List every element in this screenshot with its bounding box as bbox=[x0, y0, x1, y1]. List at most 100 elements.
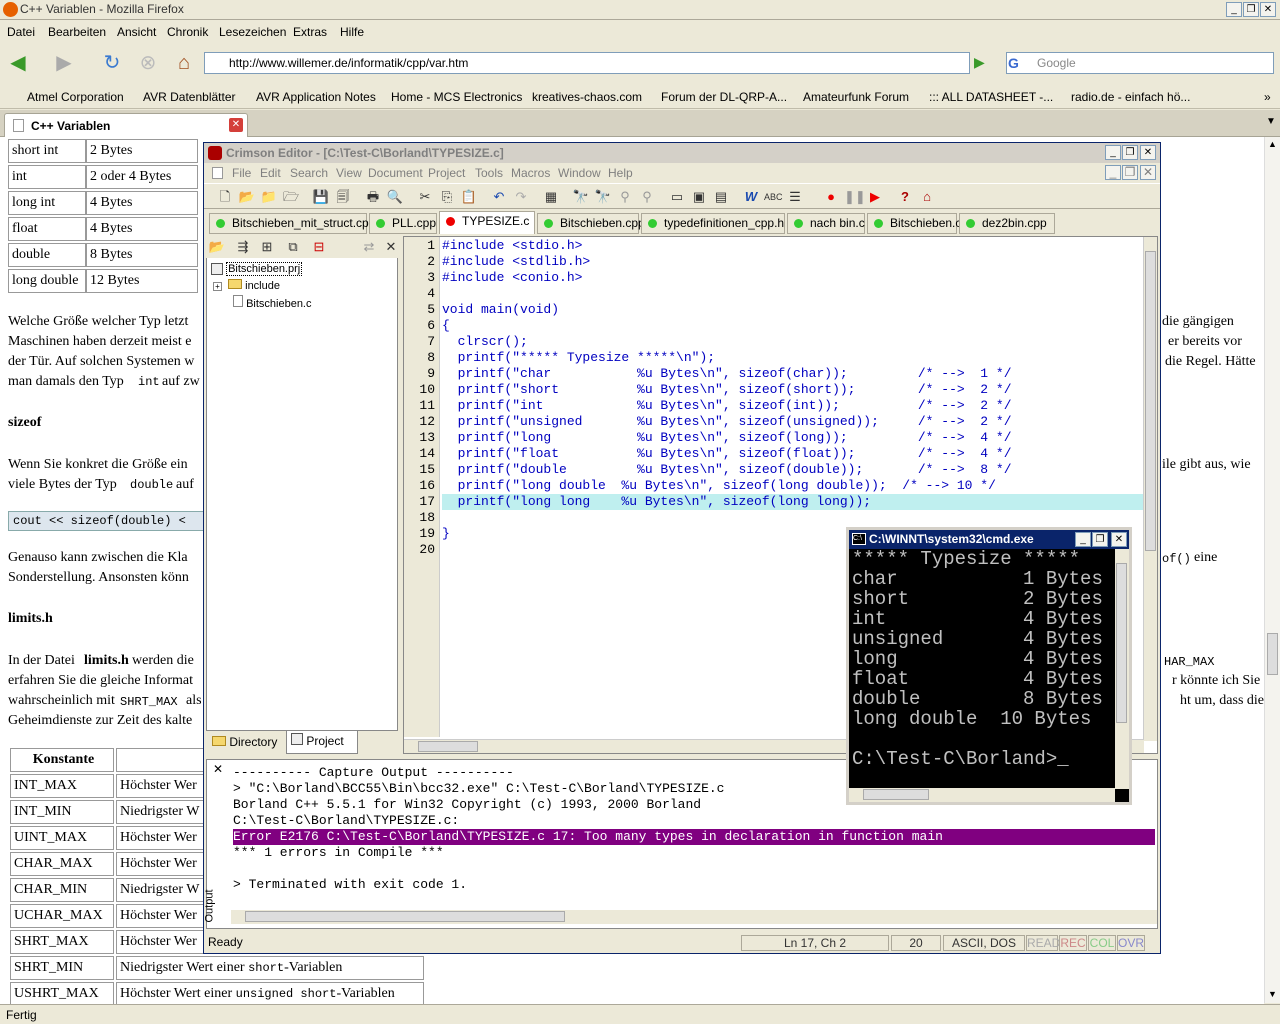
menu-hilfe[interactable]: Hilfe bbox=[340, 25, 364, 39]
column-mode-icon[interactable]: ▦ bbox=[542, 188, 560, 206]
page-scrollbar[interactable]: ▲ ▼ bbox=[1264, 137, 1280, 1003]
cmd-minimize-button[interactable]: _ bbox=[1075, 532, 1091, 547]
cmd-vscroll-thumb[interactable] bbox=[1116, 563, 1127, 723]
tab-cpp-variablen[interactable]: C++ Variablen ✕ bbox=[4, 113, 248, 137]
editor-vscrollbar[interactable] bbox=[1143, 237, 1157, 741]
close-output-icon[interactable]: ✕ bbox=[213, 762, 223, 776]
editor-scroll-thumb[interactable] bbox=[1145, 251, 1156, 551]
bookmark-atmel[interactable]: Atmel Corporation bbox=[27, 90, 124, 104]
stop-icon[interactable]: ⊗ bbox=[134, 50, 162, 78]
cmd-hscroll-thumb[interactable] bbox=[863, 789, 929, 800]
view-icon[interactable]: ▭ bbox=[668, 188, 686, 206]
bookmark-amateurfunk[interactable]: Amateurfunk Forum bbox=[803, 90, 909, 104]
scroll-down-icon[interactable]: ▼ bbox=[1268, 989, 1277, 999]
tab-directory[interactable]: Directory bbox=[208, 733, 280, 753]
print-preview-icon[interactable]: 🔍 bbox=[386, 188, 404, 206]
bookmark-kreatives-chaos[interactable]: kreatives-chaos.com bbox=[532, 90, 642, 104]
record-macro-icon[interactable]: ● bbox=[822, 188, 840, 206]
forward-icon[interactable]: ▶ bbox=[50, 50, 78, 78]
save-icon[interactable]: 💾 bbox=[312, 188, 330, 206]
open-remote-icon[interactable]: 📁 bbox=[260, 188, 278, 206]
crimson-maximize-button[interactable]: ❐ bbox=[1122, 145, 1138, 160]
remove-file-icon[interactable]: ⊟ bbox=[310, 238, 328, 256]
google-icon[interactable]: G bbox=[1008, 55, 1019, 71]
doc-close-button[interactable]: ✕ bbox=[1140, 165, 1156, 180]
add-file-icon[interactable]: ⇶ bbox=[234, 238, 252, 256]
crimson-menu-macros[interactable]: Macros bbox=[511, 166, 550, 180]
scroll-up-icon[interactable]: ▲ bbox=[1268, 139, 1277, 149]
home-page-icon[interactable]: ⌂ bbox=[918, 188, 936, 206]
crimson-menu-project[interactable]: Project bbox=[428, 166, 465, 180]
redo-icon[interactable]: ↷ bbox=[512, 188, 530, 206]
cmd-hscrollbar[interactable] bbox=[849, 788, 1115, 802]
menu-bearbeiten[interactable]: Bearbeiten bbox=[48, 25, 106, 39]
doc-restore-button[interactable]: ❐ bbox=[1122, 165, 1138, 180]
print-icon[interactable]: 🖶 bbox=[364, 188, 382, 206]
crimson-menu-search[interactable]: Search bbox=[290, 166, 328, 180]
menu-datei[interactable]: Datei bbox=[7, 25, 35, 39]
doc-tab[interactable]: nach bin.c bbox=[787, 213, 865, 234]
bookmark-mcs[interactable]: Home - MCS Electronics bbox=[391, 90, 522, 104]
spell-check-icon[interactable]: ABC bbox=[764, 188, 783, 206]
minimize-button[interactable]: _ bbox=[1226, 2, 1242, 17]
bookmark-avr-app-notes[interactable]: AVR Application Notes bbox=[256, 90, 376, 104]
url-input[interactable]: http://www.willemer.de/informatik/cpp/va… bbox=[204, 52, 970, 74]
cmd-vscrollbar[interactable] bbox=[1115, 549, 1129, 789]
crimson-menu-help[interactable]: Help bbox=[608, 166, 633, 180]
reload-icon[interactable]: ↻ bbox=[98, 50, 126, 78]
menu-ansicht[interactable]: Ansicht bbox=[117, 25, 156, 39]
find-icon[interactable]: 🔭 bbox=[572, 188, 590, 206]
output-hscrollbar[interactable] bbox=[231, 910, 1157, 924]
word-wrap-icon[interactable]: W bbox=[742, 188, 760, 206]
menu-lesezeichen[interactable]: Lesezeichen bbox=[219, 25, 286, 39]
search-input[interactable]: Google bbox=[1006, 52, 1274, 74]
doc-tab[interactable]: Bitschieben_mit_struct.cpp bbox=[209, 213, 375, 234]
crimson-menu-tools[interactable]: Tools bbox=[475, 166, 503, 180]
open-project-icon[interactable]: 📂 bbox=[208, 238, 226, 256]
bookmark-dl-qrp[interactable]: Forum der DL-QRP-A... bbox=[661, 90, 787, 104]
doc-tab[interactable]: TYPESIZE.c bbox=[439, 211, 535, 234]
crimson-menu-file[interactable]: File bbox=[232, 166, 251, 180]
crimson-close-button[interactable]: ✕ bbox=[1140, 145, 1156, 160]
go-icon[interactable]: ▶ bbox=[974, 54, 985, 71]
doc-tab[interactable]: dez2bin.cpp bbox=[959, 213, 1055, 234]
home-icon[interactable]: ⌂ bbox=[170, 50, 198, 78]
cmd-maximize-button[interactable]: ❐ bbox=[1092, 532, 1108, 547]
expand-icon[interactable]: + bbox=[213, 282, 222, 291]
crimson-menu-window[interactable]: Window bbox=[558, 166, 601, 180]
tree-file-bitschieben[interactable]: Bitschieben.c bbox=[233, 295, 312, 310]
bookmark-avr-datenblaetter[interactable]: AVR Datenblätter bbox=[143, 90, 236, 104]
help-icon[interactable]: ? bbox=[896, 188, 914, 206]
paste-icon[interactable]: 📋 bbox=[460, 188, 478, 206]
crimson-menu-edit[interactable]: Edit bbox=[260, 166, 281, 180]
editor-hscroll-thumb[interactable] bbox=[418, 741, 478, 752]
replace-icon[interactable]: ⚲ bbox=[616, 188, 634, 206]
refresh-icon[interactable]: ⇄ bbox=[360, 238, 378, 256]
new-file-icon[interactable]: 🗋 bbox=[216, 188, 234, 206]
doc-tab[interactable]: Bitschieben.c bbox=[867, 213, 961, 234]
new-project-icon[interactable]: ⊞ bbox=[258, 238, 276, 256]
save-all-icon[interactable]: 🗐 bbox=[334, 188, 352, 206]
split-view-icon[interactable]: ▣ bbox=[690, 188, 708, 206]
output-hscroll-thumb[interactable] bbox=[245, 911, 565, 922]
doc-minimize-button[interactable]: _ bbox=[1105, 165, 1121, 180]
bookmark-alldatasheet[interactable]: ::: ALL DATASHEET -... bbox=[929, 90, 1053, 104]
line-numbers-icon[interactable]: ☰ bbox=[786, 188, 804, 206]
pause-macro-icon[interactable]: ❚❚ bbox=[844, 188, 866, 206]
close-button[interactable]: ✕ bbox=[1260, 2, 1276, 17]
scroll-thumb[interactable] bbox=[1267, 633, 1278, 675]
tab-project[interactable]: Project bbox=[286, 731, 358, 754]
close-panel-icon[interactable]: ✕ bbox=[382, 238, 400, 256]
find-next-icon[interactable]: 🔭 bbox=[594, 188, 612, 206]
close-tab-icon[interactable]: ✕ bbox=[229, 118, 243, 132]
find-prev-icon[interactable]: ⚲ bbox=[638, 188, 656, 206]
cut-icon[interactable]: ✂ bbox=[416, 188, 434, 206]
back-icon[interactable]: ◀ bbox=[4, 50, 32, 78]
doc-tab[interactable]: Bitschieben.cpp bbox=[537, 213, 645, 234]
undo-icon[interactable]: ↶ bbox=[490, 188, 508, 206]
crimson-minimize-button[interactable]: _ bbox=[1105, 145, 1121, 160]
open-file-icon[interactable]: 📂 bbox=[238, 188, 256, 206]
doc-tab[interactable]: typedefinitionen_cpp.h bbox=[641, 213, 785, 234]
toggle-panel-icon[interactable]: ▤ bbox=[712, 188, 730, 206]
doc-tab[interactable]: PLL.cpp bbox=[369, 213, 437, 234]
